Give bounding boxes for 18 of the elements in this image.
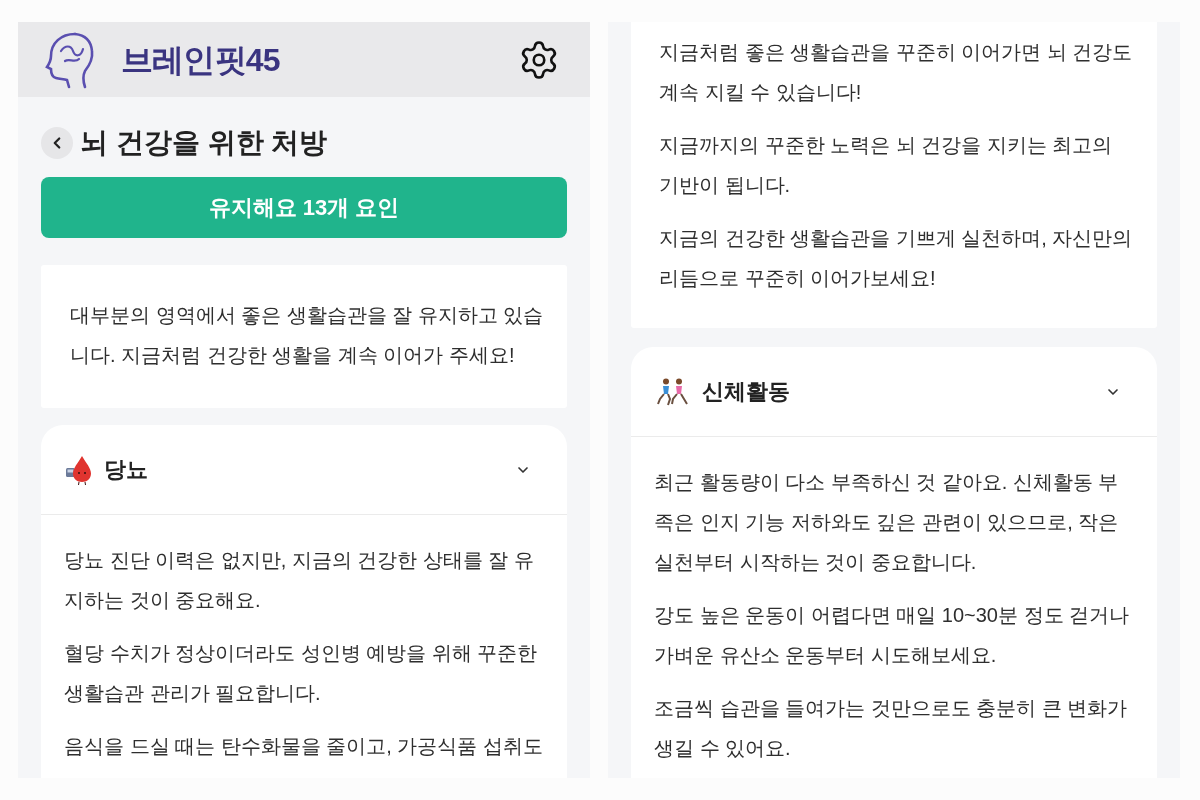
body-text: 지금까지의 꾸준한 노력은 뇌 건강을 지키는 최고의 기반이 됩니다. xyxy=(659,133,1114,198)
body-text: 최근 활동량이 다소 부족하신 것 같아요. 신체활동 부족은 인지 기능 저하와도 깊은 관련이 있으므로, 작은 실천부터 시작하는 것이 중요합니다. xyxy=(654,470,1120,575)
app-logo-text: 브레인핏45 xyxy=(121,40,280,80)
body-text: 지금의 건강한 생활습관을 기쁘게 실천하며, 자신만의 리듬으로 꾸준히 이어가보세요! xyxy=(659,226,1134,291)
body-text: 조금씩 습관을 들여가는 것만으로도 충분히 큰 변화가 생길 수 있어요. xyxy=(654,696,1129,761)
blood-drop-icon xyxy=(66,454,92,485)
summary-button[interactable]: 유지해요 13개 요인 xyxy=(41,177,567,238)
section-title: 당뇨 xyxy=(104,456,148,484)
back-button[interactable] xyxy=(41,127,73,159)
section-title: 신체활동 xyxy=(702,378,790,406)
body-text: 음식을 드실 때는 탄수화물을 줄이고, 가공식품 섭취도 xyxy=(64,734,544,759)
body-text: 혈당 수치가 정상이더라도 성인병 예방을 위해 꾸준한 생활습관 관리가 필요합니다. xyxy=(64,641,539,706)
runners-icon xyxy=(656,377,690,406)
page-title: 뇌 건강을 위한 처방 xyxy=(80,126,328,160)
body-text: 대부분의 영역에서 좋은 생활습관을 잘 유지하고 있습니다. 지금처럼 건강한 생활을 계속 이어가 주세요! xyxy=(70,303,545,368)
body-text: 강도 높은 운동이 어렵다면 매일 10~30분 정도 걷거나 가벼운 유산소 운동부터 시도해보세요. xyxy=(654,603,1131,668)
body-text: 지금처럼 좋은 생활습관을 꾸준히 이어가면 뇌 건강도 계속 지킬 수 있습니다! xyxy=(659,40,1134,105)
body-text: 당뇨 진단 이력은 없지만, 지금의 건강한 상태를 잘 유지하는 것이 중요해요. xyxy=(64,548,535,613)
